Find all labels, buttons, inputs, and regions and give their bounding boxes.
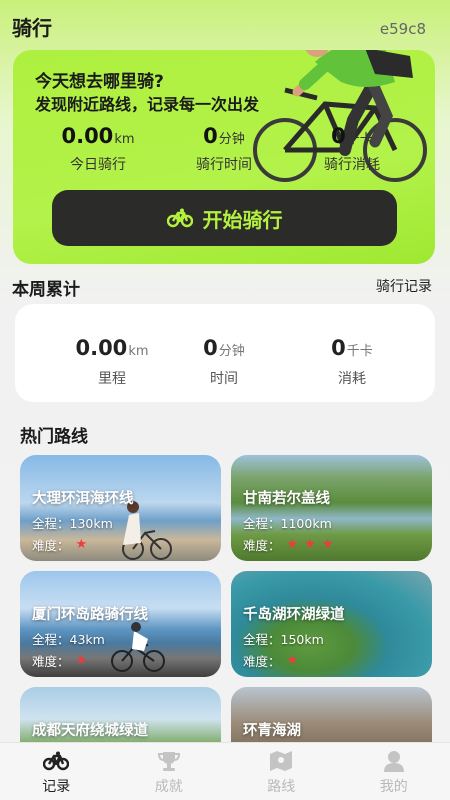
difficulty-prefix: 难度： (243, 654, 281, 669)
stat-value: 0.00 (61, 124, 114, 148)
route-difficulty: 难度： ★ ★ ★ (243, 535, 333, 554)
map-icon (270, 751, 293, 771)
stat-label: 今日骑行 (70, 157, 126, 173)
stat-value: 0.00 (75, 336, 128, 360)
route-name: 甘南若尔盖线 (243, 491, 330, 507)
route-distance: 全程：130km (32, 513, 113, 532)
today-distance-stat: 0.00km 今日骑行 (38, 124, 158, 174)
star-icon: ★ (321, 537, 334, 552)
tab-achievements[interactable]: 成就 (113, 743, 226, 800)
stat-unit: 分钟 (218, 344, 245, 359)
route-difficulty: 难度： ★ (243, 651, 298, 670)
route-distance: 全程：150km (243, 629, 324, 648)
stat-value: 0 (331, 124, 346, 148)
ride-history-link[interactable]: 骑行记录 (376, 276, 432, 296)
distance-prefix: 全程： (243, 632, 281, 647)
tab-profile[interactable]: 我的 (338, 743, 450, 800)
stat-value: 0 (203, 124, 218, 148)
top-bar: 骑行 e59c8 (0, 0, 450, 50)
star-icon: ★ (286, 537, 299, 552)
stat-value: 0 (203, 336, 218, 360)
cyclist-photo-figure (111, 622, 165, 672)
weekly-summary-card: 0.00km 里程 0分钟 时间 0千卡 消耗 (15, 304, 435, 402)
difficulty-prefix: 难度： (32, 654, 70, 669)
bottom-tab-bar: 记录 成就 路线 我的 (0, 742, 450, 800)
route-difficulty: 难度： ★ (32, 651, 87, 670)
star-icon: ★ (286, 653, 299, 668)
start-riding-button[interactable]: 开始骑行 (52, 190, 397, 246)
route-card-xiamen[interactable]: 厦门环岛路骑行线 全程：43km 难度： ★ (20, 571, 221, 677)
route-distance: 全程：1100km (243, 513, 332, 532)
distance-value: 1100km (280, 516, 332, 531)
route-name: 成都天府绕城绿道 (32, 723, 148, 739)
star-icon: ★ (75, 653, 88, 668)
bicycle-icon (166, 208, 193, 228)
route-name: 环青海湖 (243, 723, 301, 739)
stat-unit: km (128, 344, 149, 359)
route-distance: 全程：43km (32, 629, 105, 648)
header-code: e59c8 (379, 20, 426, 38)
stat-unit: 分钟 (218, 132, 245, 147)
tab-label: 我的 (379, 779, 408, 795)
start-riding-label: 开始骑行 (202, 207, 283, 232)
star-icon: ★ (75, 537, 88, 552)
route-name: 厦门环岛路骑行线 (32, 607, 148, 623)
distance-value: 43km (69, 632, 105, 647)
weekly-calorie-stat: 0千卡 消耗 (282, 336, 422, 388)
route-difficulty: 难度： ★ (32, 535, 87, 554)
distance-prefix: 全程： (32, 516, 70, 531)
stat-label: 骑行时间 (196, 157, 252, 173)
distance-value: 150km (280, 632, 324, 647)
stat-label: 时间 (210, 371, 238, 387)
weekly-title: 本周累计 (12, 280, 80, 300)
tab-record[interactable]: 记录 (0, 743, 113, 800)
today-time-stat: 0分钟 骑行时间 (164, 124, 284, 174)
trophy-icon (157, 752, 180, 771)
route-name: 千岛湖环湖绿道 (243, 607, 345, 623)
stat-unit: 千卡 (346, 344, 373, 359)
stat-unit: km (114, 132, 135, 147)
star-icon: ★ (304, 537, 316, 552)
hero-card: 今天想去哪里骑? 发现附近路线，记录每一次出发 0.00km 今日骑行 0分钟 … (13, 50, 435, 264)
hot-routes-title: 热门路线 (20, 427, 88, 447)
distance-prefix: 全程： (243, 516, 281, 531)
difficulty-prefix: 难度： (243, 538, 281, 553)
stat-label: 消耗 (338, 371, 366, 387)
distance-value: 130km (69, 516, 113, 531)
distance-prefix: 全程： (32, 632, 70, 647)
route-card-dali[interactable]: 大理环洱海环线 全程：130km 难度： ★ (20, 455, 221, 561)
hero-title: 今天想去哪里骑? (35, 72, 164, 92)
weekly-time-stat: 0分钟 时间 (154, 336, 294, 388)
stat-label: 骑行消耗 (324, 157, 380, 173)
route-card-gannan[interactable]: 甘南若尔盖线 全程：1100km 难度： ★ ★ ★ (231, 455, 432, 561)
user-icon (383, 751, 404, 772)
difficulty-prefix: 难度： (32, 538, 70, 553)
app-title: 骑行 (12, 16, 52, 40)
tab-label: 路线 (267, 779, 296, 795)
bicycle-icon (43, 751, 70, 771)
today-calorie-stat: 0千卡 骑行消耗 (292, 124, 412, 174)
stat-value: 0 (331, 336, 346, 360)
tab-label: 记录 (42, 779, 71, 795)
tab-label: 成就 (154, 779, 183, 795)
hero-subtitle: 发现附近路线，记录每一次出发 (35, 95, 260, 114)
route-card-qiandaohu[interactable]: 千岛湖环湖绿道 全程：150km 难度： ★ (231, 571, 432, 677)
tab-routes[interactable]: 路线 (225, 743, 338, 800)
stat-unit: 千卡 (346, 132, 373, 147)
route-name: 大理环洱海环线 (32, 491, 134, 507)
